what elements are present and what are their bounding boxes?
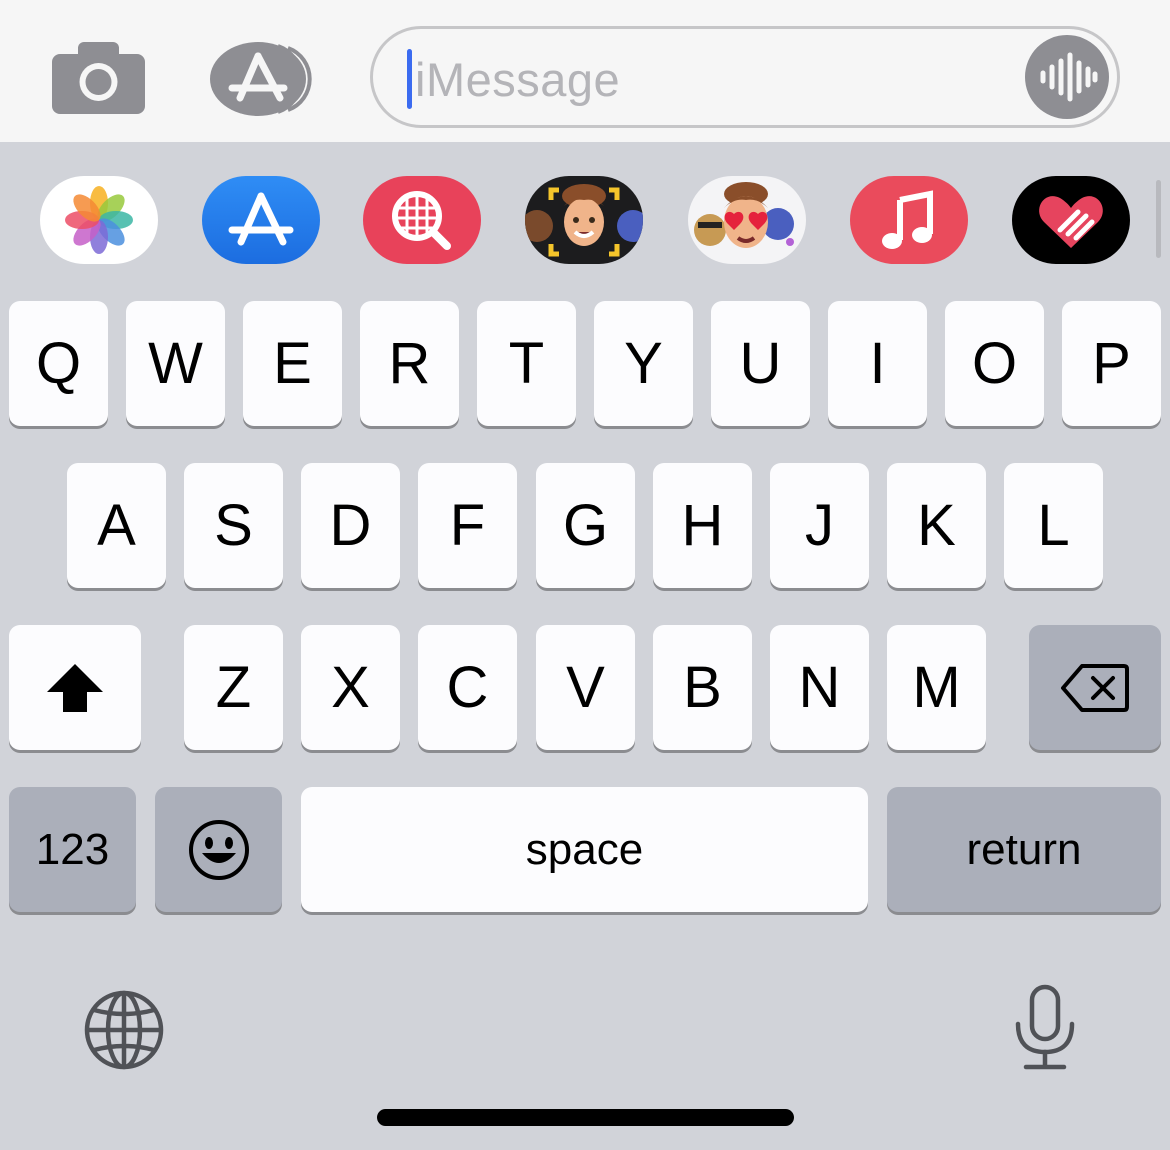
shift-key[interactable] bbox=[9, 625, 141, 750]
key-f[interactable]: F bbox=[418, 463, 517, 588]
emoji-key[interactable] bbox=[155, 787, 282, 912]
memoji-app-button[interactable] bbox=[525, 176, 643, 264]
key-g[interactable]: G bbox=[536, 463, 635, 588]
key-r[interactable]: R bbox=[360, 301, 459, 426]
key-o[interactable]: O bbox=[945, 301, 1044, 426]
key-w[interactable]: W bbox=[126, 301, 225, 426]
memoji-stickers-app-button[interactable] bbox=[688, 176, 806, 264]
memoji-icon bbox=[525, 184, 643, 257]
emoji-icon bbox=[188, 819, 249, 880]
app-store-app-button[interactable] bbox=[202, 176, 320, 264]
key-q[interactable]: Q bbox=[9, 301, 108, 426]
delete-icon bbox=[1061, 663, 1129, 712]
camera-icon bbox=[52, 42, 145, 114]
key-d[interactable]: D bbox=[301, 463, 400, 588]
return-key[interactable]: return bbox=[887, 787, 1161, 912]
camera-button[interactable] bbox=[52, 42, 145, 114]
music-app-button[interactable] bbox=[850, 176, 968, 264]
key-h[interactable]: H bbox=[653, 463, 752, 588]
key-s[interactable]: S bbox=[184, 463, 283, 588]
key-z[interactable]: Z bbox=[184, 625, 283, 750]
key-u[interactable]: U bbox=[711, 301, 810, 426]
images-app-button[interactable] bbox=[363, 176, 481, 264]
message-input-bar: iMessage bbox=[0, 0, 1170, 142]
app-store-icon bbox=[228, 192, 294, 246]
digital-touch-app-button[interactable] bbox=[1012, 176, 1130, 264]
waveform-icon bbox=[1040, 52, 1098, 102]
globe-button[interactable] bbox=[82, 988, 166, 1072]
globe-icon bbox=[84, 990, 164, 1070]
key-k[interactable]: K bbox=[887, 463, 986, 588]
home-indicator[interactable] bbox=[377, 1109, 794, 1126]
app-store-icon bbox=[210, 42, 312, 116]
voice-message-button[interactable] bbox=[1025, 35, 1109, 119]
dictation-button[interactable] bbox=[1012, 984, 1078, 1072]
photos-icon bbox=[65, 186, 133, 254]
images-search-icon bbox=[392, 191, 451, 250]
key-b[interactable]: B bbox=[653, 625, 752, 750]
shift-icon bbox=[47, 663, 103, 712]
key-c[interactable]: C bbox=[418, 625, 517, 750]
key-x[interactable]: X bbox=[301, 625, 400, 750]
message-field[interactable]: iMessage bbox=[370, 26, 1120, 128]
text-caret bbox=[407, 49, 412, 109]
music-icon bbox=[882, 190, 933, 249]
app-store-button[interactable] bbox=[210, 42, 318, 116]
microphone-icon bbox=[1015, 984, 1075, 1070]
key-a[interactable]: A bbox=[67, 463, 166, 588]
digital-touch-icon bbox=[1039, 196, 1103, 248]
numbers-key[interactable]: 123 bbox=[9, 787, 136, 912]
key-t[interactable]: T bbox=[477, 301, 576, 426]
key-m[interactable]: M bbox=[887, 625, 986, 750]
key-n[interactable]: N bbox=[770, 625, 869, 750]
key-v[interactable]: V bbox=[536, 625, 635, 750]
key-e[interactable]: E bbox=[243, 301, 342, 426]
photos-app-button[interactable] bbox=[40, 176, 158, 264]
space-key[interactable]: space bbox=[301, 787, 868, 912]
key-i[interactable]: I bbox=[828, 301, 927, 426]
app-drawer-scroll-indicator[interactable] bbox=[1156, 180, 1161, 258]
message-placeholder: iMessage bbox=[415, 53, 621, 106]
key-j[interactable]: J bbox=[770, 463, 869, 588]
key-y[interactable]: Y bbox=[594, 301, 693, 426]
key-p[interactable]: P bbox=[1062, 301, 1161, 426]
memoji-stickers-icon bbox=[694, 182, 794, 248]
delete-key[interactable] bbox=[1029, 625, 1161, 750]
key-l[interactable]: L bbox=[1004, 463, 1103, 588]
